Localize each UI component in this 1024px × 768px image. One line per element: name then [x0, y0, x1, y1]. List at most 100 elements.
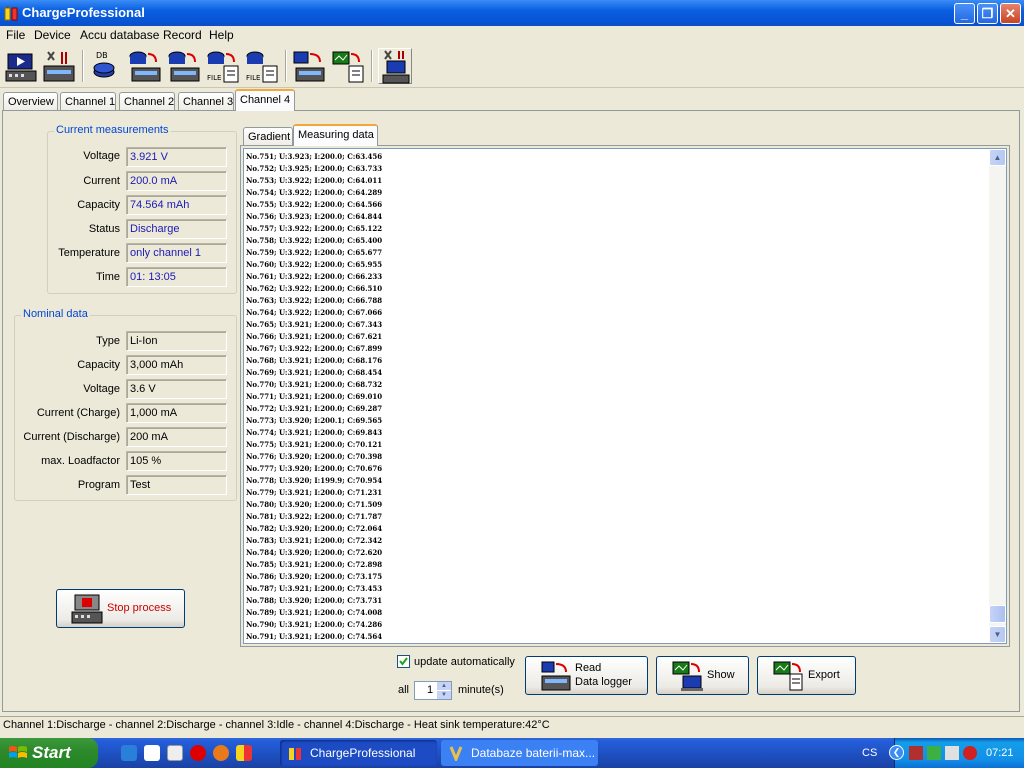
start-button[interactable]: Start — [0, 738, 98, 768]
charge-current-value: 1,000 mA — [126, 403, 227, 423]
tab-measuring-data[interactable]: Measuring data — [293, 124, 378, 146]
menu-help[interactable]: Help — [209, 28, 234, 42]
device-to-db-icon — [168, 51, 200, 82]
data-logger-icon — [382, 50, 410, 84]
tray-app-icon[interactable] — [927, 746, 941, 760]
language-indicator[interactable]: CS — [862, 747, 877, 759]
menu-accu-database[interactable]: Accu database — [80, 28, 159, 42]
charge-current-label: Current (Charge) — [36, 407, 120, 419]
task-folder-icon — [449, 746, 463, 761]
window-title: ChargeProfessional — [22, 5, 145, 20]
log-line: No.791; U:3.921; I:200.0; C:74.564 — [246, 632, 383, 641]
current-value: 200.0 mA — [126, 171, 227, 191]
file-to-db-button[interactable]: FILE — [245, 48, 279, 84]
status-value: Discharge — [126, 219, 227, 239]
save-icon[interactable] — [144, 745, 160, 761]
chargeprofessional-quicklaunch-icon[interactable] — [236, 745, 252, 761]
log-line: No.770; U:3.921; I:200.0; C:68.732 — [246, 380, 383, 389]
tab-channel-1[interactable]: Channel 1 — [60, 92, 116, 111]
log-line: No.780; U:3.920; I:200.0; C:71.509 — [246, 500, 383, 509]
title-bar: ChargeProfessional _ ❐ ✕ — [0, 0, 1024, 26]
file-to-db-icon: FILE — [246, 51, 278, 83]
nominal-capacity-value: 3,000 mAh — [126, 355, 227, 375]
pc-to-device-button[interactable] — [292, 48, 326, 84]
tray-expand-icon[interactable]: ❮ — [889, 745, 904, 760]
opera-icon[interactable] — [190, 745, 206, 761]
spin-down-icon[interactable]: ▼ — [437, 691, 451, 699]
vertical-scrollbar[interactable]: ▲ ▼ — [989, 149, 1006, 643]
log-line: No.763; U:3.922; I:200.0; C:66.788 — [246, 296, 383, 305]
minimize-button[interactable]: _ — [954, 3, 975, 24]
tab-overview[interactable]: Overview — [3, 92, 58, 111]
menu-record[interactable]: Record — [163, 28, 202, 42]
network-icon[interactable] — [909, 746, 923, 760]
log-line: No.760; U:3.922; I:200.0; C:65.955 — [246, 260, 383, 269]
time-label: Time — [95, 271, 120, 283]
svg-text:FILE: FILE — [207, 74, 221, 82]
log-line: No.790; U:3.921; I:200.0; C:74.286 — [246, 620, 383, 629]
tab-channel-4[interactable]: Channel 4 — [235, 89, 295, 111]
stop-device-icon — [71, 594, 103, 624]
log-line: No.775; U:3.921; I:200.0; C:70.121 — [246, 440, 383, 449]
show-button[interactable]: Show — [656, 656, 749, 695]
stop-process-button[interactable]: Stop process — [56, 589, 185, 628]
menu-bar: File Device Accu database Record Help — [0, 26, 1024, 44]
security-shield-icon[interactable] — [963, 746, 977, 760]
export-button[interactable]: Export — [757, 656, 856, 695]
toolbar-separator — [285, 50, 287, 82]
all-label: all — [398, 684, 410, 696]
measuring-data-log[interactable]: No.751; U:3.923; I:200.0; C:63.456 No.752… — [243, 148, 1007, 644]
log-line: No.774; U:3.921; I:200.0; C:69.843 — [246, 428, 383, 437]
db-to-device-icon — [129, 51, 161, 82]
volume-icon[interactable] — [945, 746, 959, 760]
spin-up-icon[interactable]: ▲ — [437, 682, 451, 690]
menu-device[interactable]: Device — [34, 28, 71, 42]
read-data-logger-button[interactable]: Read Data logger — [525, 656, 648, 695]
svg-text:DB: DB — [96, 51, 108, 60]
status-bar: Channel 1:Discharge - channel 2:Discharg… — [0, 716, 1024, 734]
export-label: Export — [808, 669, 840, 681]
database-button[interactable]: DB — [90, 48, 124, 84]
log-line: No.759; U:3.922; I:200.0; C:65.677 — [246, 248, 383, 257]
document-icon[interactable] — [167, 745, 183, 761]
start-device-button[interactable] — [4, 48, 38, 84]
db-to-file-button[interactable]: FILE — [206, 48, 240, 84]
data-logger-button[interactable] — [378, 48, 412, 84]
tab-channel-3[interactable]: Channel 3 — [178, 92, 234, 111]
graph-to-file-icon — [332, 51, 364, 83]
app-icon — [4, 6, 18, 21]
maximize-button[interactable]: ❐ — [977, 3, 998, 24]
device-to-db-button[interactable] — [167, 48, 201, 84]
group-title: Nominal data — [21, 308, 90, 320]
loadfactor-label: max. Loadfactor — [41, 455, 120, 467]
show-label: Show — [707, 669, 735, 681]
firefox-icon[interactable] — [213, 745, 229, 761]
task-chargeprofessional[interactable]: ChargeProfessional — [280, 740, 437, 766]
temperature-value: only channel 1 — [126, 243, 227, 263]
log-line: No.766; U:3.921; I:200.0; C:67.621 — [246, 332, 383, 341]
device-to-file-button[interactable] — [331, 48, 365, 84]
scroll-down-icon[interactable]: ▼ — [989, 626, 1006, 643]
log-line: No.777; U:3.920; I:200.0; C:70.676 — [246, 464, 383, 473]
internet-explorer-icon[interactable] — [121, 745, 137, 761]
scroll-up-icon[interactable]: ▲ — [989, 149, 1006, 166]
device-settings-button[interactable] — [42, 48, 76, 84]
status-label: Status — [88, 223, 120, 235]
tab-channel-2[interactable]: Channel 2 — [119, 92, 175, 111]
current-label: Current — [83, 175, 120, 187]
log-line: No.753; U:3.922; I:200.0; C:64.011 — [246, 176, 383, 185]
toolbar: DB FILE FILE — [0, 44, 1024, 88]
data-logger-label: Data logger — [575, 676, 632, 688]
menu-file[interactable]: File — [6, 28, 25, 42]
discharge-current-label: Current (Discharge) — [23, 431, 120, 443]
update-checkbox[interactable] — [397, 655, 410, 668]
scroll-thumb[interactable] — [989, 605, 1006, 623]
minutes-label: minute(s) — [458, 684, 504, 696]
task-databaze[interactable]: Databaze baterii-max... — [441, 740, 598, 766]
log-line: No.779; U:3.921; I:200.0; C:71.231 — [246, 488, 383, 497]
close-button[interactable]: ✕ — [1000, 3, 1021, 24]
minutes-spinner[interactable]: 1 ▲ ▼ — [414, 681, 452, 700]
log-line: No.787; U:3.921; I:200.0; C:73.453 — [246, 584, 383, 593]
db-to-device-button[interactable] — [128, 48, 162, 84]
tab-gradient[interactable]: Gradient — [243, 127, 293, 146]
